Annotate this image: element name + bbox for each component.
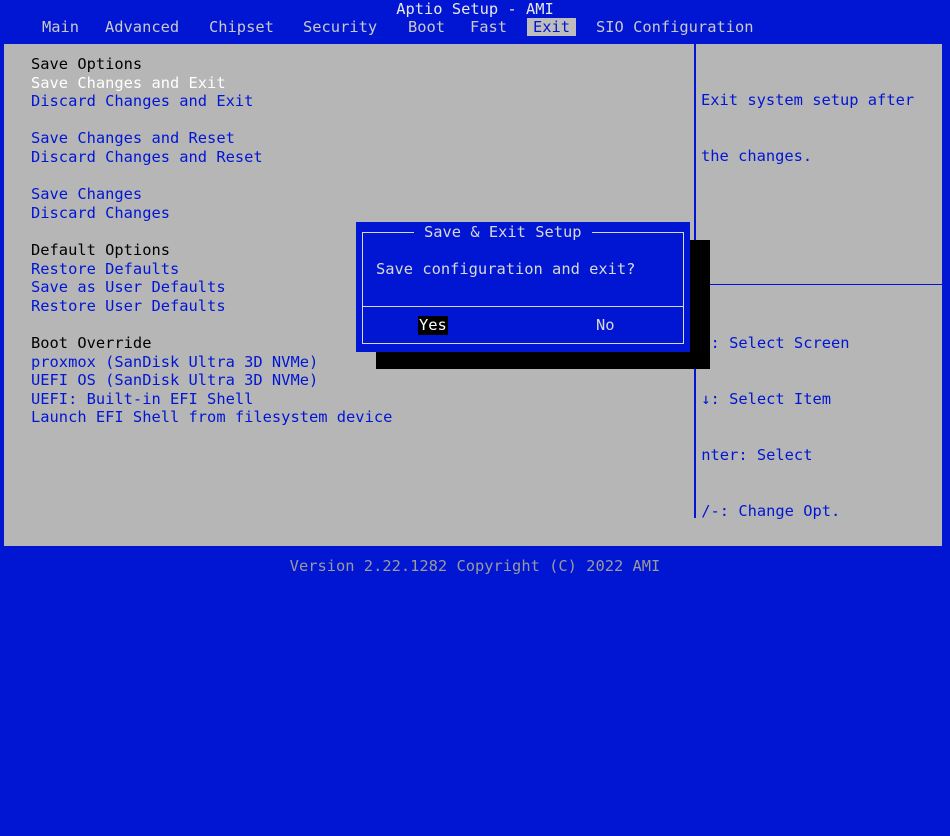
- version-footer: Version 2.22.1282 Copyright (C) 2022 AMI: [289, 557, 661, 575]
- help-text: Exit system setup after the changes.: [701, 54, 941, 203]
- yes-button[interactable]: Yes: [418, 316, 448, 335]
- dialog-title: Save & Exit Setup: [414, 223, 592, 242]
- boot-override-header: Boot Override: [31, 334, 152, 352]
- boot-override-item[interactable]: UEFI: Built-in EFI Shell: [31, 390, 253, 409]
- save-options-header: Save Options: [31, 55, 143, 73]
- dialog-separator: [363, 306, 683, 307]
- tab-boot[interactable]: Boot: [408, 18, 445, 36]
- key-hint: ↑↓: Select Item: [701, 389, 831, 408]
- key-hint: ESC: Exit: [701, 780, 785, 799]
- help-line: Exit system setup after: [701, 91, 915, 110]
- window-title: Aptio Setup - AMI: [396, 0, 554, 18]
- key-hint: →←: Select Screen: [701, 334, 850, 353]
- tab-main[interactable]: Main: [42, 18, 79, 36]
- menu-item-discard-changes[interactable]: Discard Changes: [31, 204, 170, 223]
- menu-item-save-changes-reset[interactable]: Save Changes and Reset: [31, 129, 235, 148]
- menu-item-save-changes-exit[interactable]: Save Changes and Exit: [31, 74, 226, 93]
- save-exit-dialog: Save & Exit Setup Save configuration and…: [356, 222, 690, 352]
- tab-bar: Main Advanced Chipset Security Boot Fast…: [0, 18, 950, 36]
- tab-advanced[interactable]: Advanced: [105, 18, 179, 36]
- tab-security[interactable]: Security: [303, 18, 377, 36]
- boot-override-item[interactable]: Launch EFI Shell from filesystem device: [31, 408, 392, 427]
- menu-item-discard-changes-reset[interactable]: Discard Changes and Reset: [31, 148, 263, 167]
- tab-chipset[interactable]: Chipset: [209, 18, 274, 36]
- key-hint: F9: Optimized Defaults: [701, 668, 905, 687]
- no-button[interactable]: No: [596, 316, 615, 335]
- menu-item-save-user-defaults[interactable]: Save as User Defaults: [31, 278, 226, 297]
- key-hint: Enter: Select: [701, 445, 813, 464]
- key-hint: +/-: Change Opt.: [701, 501, 841, 520]
- menu-item-save-changes[interactable]: Save Changes: [31, 185, 142, 204]
- menu-item-discard-changes-exit[interactable]: Discard Changes and Exit: [31, 92, 253, 111]
- key-hint: F2: Previous Values: [701, 613, 878, 632]
- menu-item-restore-defaults[interactable]: Restore Defaults: [31, 260, 179, 279]
- tab-exit[interactable]: Exit: [527, 18, 577, 36]
- help-divider: [696, 284, 942, 285]
- boot-override-item[interactable]: UEFI OS (SanDisk Ultra 3D NVMe): [31, 371, 318, 390]
- tab-fast[interactable]: Fast: [470, 18, 507, 36]
- dialog-frame: [362, 232, 684, 344]
- help-line: the changes.: [701, 146, 813, 165]
- tab-sio-configuration[interactable]: SIO Configuration: [596, 18, 754, 36]
- boot-override-item[interactable]: proxmox (SanDisk Ultra 3D NVMe): [31, 353, 318, 372]
- menu-item-restore-user-defaults[interactable]: Restore User Defaults: [31, 297, 226, 316]
- default-options-header: Default Options: [31, 241, 170, 259]
- key-hint: F10: Save & Exit: [701, 724, 850, 743]
- dialog-message: Save configuration and exit?: [376, 260, 636, 278]
